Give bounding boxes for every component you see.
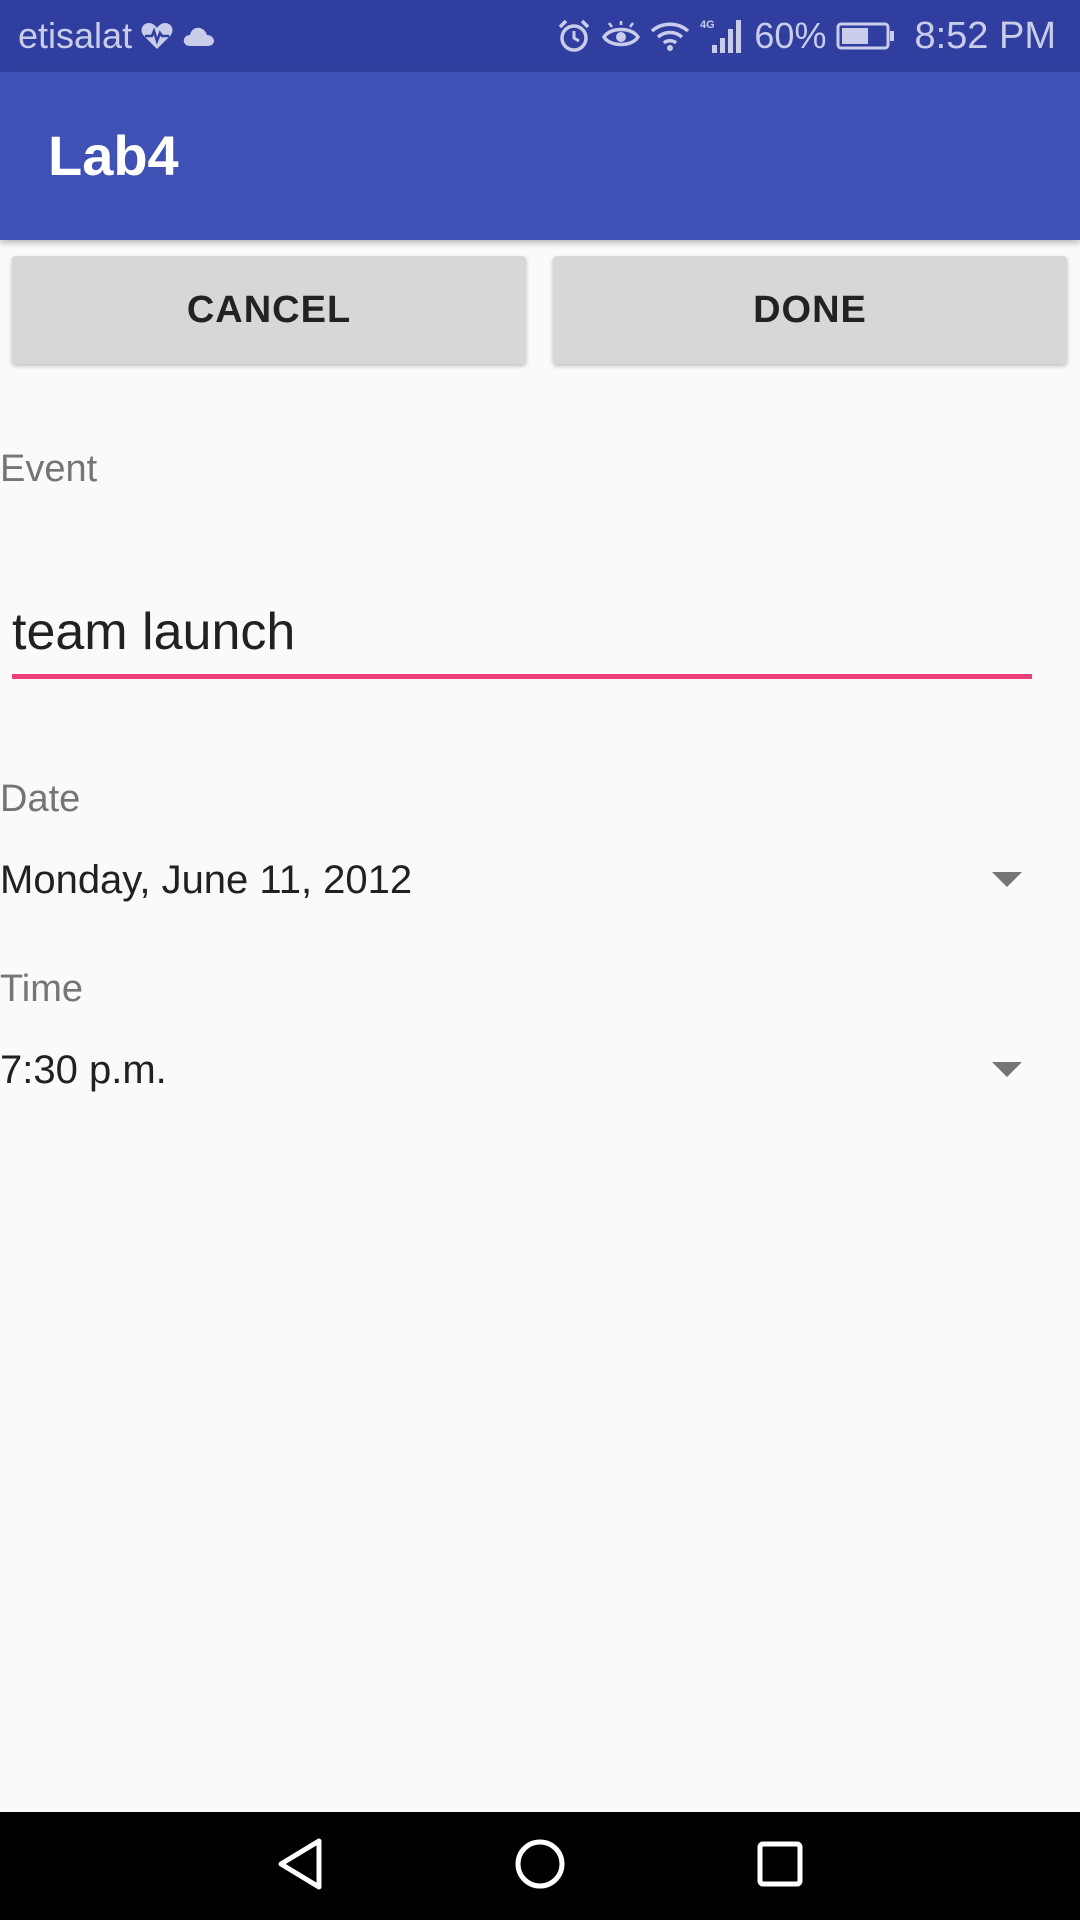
date-value: Monday, June 11, 2012 [0,857,413,902]
alarm-icon [556,18,592,54]
clock-time: 8:52 PM [914,14,1056,57]
navigation-bar [0,1812,1080,1920]
done-button[interactable]: DONE [553,256,1067,364]
battery-icon [836,21,896,51]
time-spinner[interactable]: 7:30 p.m. [0,1030,1040,1110]
dropdown-arrow-icon [992,1062,1022,1083]
date-spinner[interactable]: Monday, June 11, 2012 [0,840,1040,920]
app-title: Lab4 [48,124,179,187]
home-icon [513,1837,567,1896]
status-bar: etisalat 4G 60% 8:52 PM [0,0,1080,72]
heart-monitor-icon [140,21,174,51]
back-icon [275,1837,325,1896]
battery-percent: 60% [754,15,827,56]
home-button[interactable] [480,1812,600,1920]
app-bar: Lab4 [0,72,1080,240]
eye-icon [602,21,641,51]
cancel-button[interactable]: CANCEL [12,256,526,364]
wifi-icon [650,20,690,52]
recents-button[interactable] [720,1812,840,1920]
status-bar-right: 4G 60% 8:52 PM [556,0,1056,72]
date-label: Date [0,778,81,820]
event-input[interactable] [12,590,1032,679]
network-type: 4G [700,19,715,31]
event-label: Event [0,448,98,490]
back-button[interactable] [240,1812,360,1920]
cloud-icon [182,24,216,48]
status-bar-left: etisalat [18,0,216,72]
recents-icon [755,1839,805,1894]
time-label: Time [0,968,84,1010]
time-value: 7:30 p.m. [0,1047,167,1092]
carrier-name: etisalat [18,15,133,56]
dropdown-arrow-icon [992,872,1022,893]
signal-icon: 4G [700,17,744,55]
